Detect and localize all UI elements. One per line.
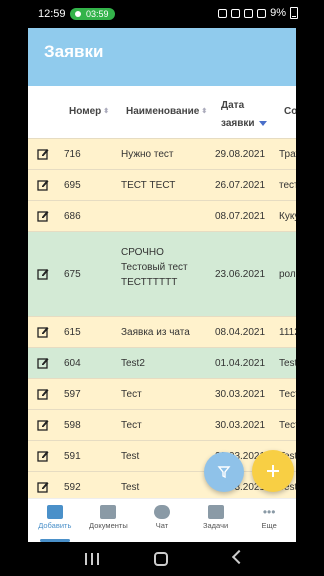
edit-icon[interactable]: [37, 326, 49, 338]
cell-number: 686: [64, 211, 81, 222]
cell-extra: Test: [279, 358, 296, 369]
cell-extra: Трат: [279, 149, 296, 160]
cell-date: 23.06.2021: [215, 269, 266, 280]
cell-extra: 1112: [279, 327, 296, 338]
cell-number: 675: [64, 269, 81, 280]
home-button[interactable]: [154, 552, 168, 566]
filter-icon: [217, 466, 231, 479]
signal-icon: [257, 8, 267, 18]
nav-add[interactable]: Добавить: [28, 499, 82, 542]
status-icons: 9%: [218, 7, 298, 19]
filter-button[interactable]: [204, 452, 244, 492]
table-row[interactable]: 686 08.07.2021 Куку: [28, 200, 296, 231]
nav-documents[interactable]: Документы: [82, 499, 136, 542]
cell-date: 30.03.2021: [215, 420, 266, 431]
nav-tasks[interactable]: Задачи: [189, 499, 243, 542]
recent-apps-button[interactable]: [85, 553, 99, 565]
edit-icon[interactable]: [37, 450, 49, 462]
notification-icon: [218, 8, 228, 18]
cell-extra: Тест: [279, 389, 296, 400]
edit-icon[interactable]: [37, 419, 49, 431]
battery-percent: 9%: [270, 7, 286, 19]
column-header-number[interactable]: Номер ⬍: [69, 106, 109, 117]
edit-icon[interactable]: [37, 357, 49, 369]
column-header-extra[interactable]: Со: [284, 106, 296, 117]
battery-icon: [290, 7, 298, 19]
cell-number: 615: [64, 327, 81, 338]
nav-more[interactable]: ••• Еще: [242, 499, 296, 542]
cell-name: Test2: [121, 358, 145, 369]
cell-name: Test: [121, 451, 140, 462]
column-header-name[interactable]: Наименование ⬍: [126, 106, 207, 117]
cell-number: 598: [64, 420, 81, 431]
table-header: Номер ⬍ Наименование ⬍ Дата заявки Со: [28, 86, 296, 138]
cell-name: Заявка из чата: [121, 327, 190, 338]
cell-number: 604: [64, 358, 81, 369]
tasks-icon: [207, 505, 224, 519]
cell-extra: рол: [279, 269, 296, 280]
sort-descending-icon: [258, 120, 267, 126]
table-row[interactable]: 598 Тест 30.03.2021 Тест: [28, 409, 296, 440]
status-time: 12:59: [38, 8, 66, 20]
system-navigation-bar: [0, 542, 324, 576]
cell-extra: Куку: [279, 211, 296, 222]
chat-icon: [153, 505, 170, 519]
sort-icon: ⬍: [201, 108, 208, 116]
table-row[interactable]: 615 Заявка из чата 08.04.2021 1112: [28, 316, 296, 347]
edit-icon[interactable]: [37, 481, 49, 493]
cell-date: 01.04.2021: [215, 358, 266, 369]
app-icon: [231, 8, 241, 18]
cell-name: Тест: [121, 420, 142, 431]
edit-icon[interactable]: [37, 179, 49, 191]
cell-name: Тест: [121, 389, 142, 400]
add-document-icon: [46, 505, 63, 519]
app-header: Заявки: [28, 28, 296, 86]
cell-number: 597: [64, 389, 81, 400]
more-icon: •••: [262, 505, 276, 519]
cell-name: Test: [121, 482, 140, 493]
call-timer-badge[interactable]: 03:59: [70, 8, 115, 20]
bottom-navigation: Добавить Документы Чат Задачи ••• Еще: [28, 498, 296, 542]
cell-date: 08.04.2021: [215, 327, 266, 338]
cell-number: 592: [64, 482, 81, 493]
cell-date: 26.07.2021: [215, 180, 266, 191]
page-title: Заявки: [44, 42, 104, 61]
status-bar: 12:59 03:59 9%: [0, 0, 324, 28]
cell-date: 29.08.2021: [215, 149, 266, 160]
sort-icon: ⬍: [103, 108, 110, 116]
table-row[interactable]: 604 Test2 01.04.2021 Test: [28, 347, 296, 378]
table-row[interactable]: 675 СРОЧНО Тестовый тест ТЕСТТТТТТ 23.06…: [28, 231, 296, 316]
plus-icon: [267, 465, 279, 477]
cell-extra: тест: [279, 180, 296, 191]
table-row[interactable]: 716 Нужно тест 29.08.2021 Трат: [28, 138, 296, 169]
back-button[interactable]: [231, 549, 247, 565]
requests-table[interactable]: Номер ⬍ Наименование ⬍ Дата заявки Со 716 …: [28, 86, 296, 498]
cell-name: ТЕСТ ТЕСТ: [121, 180, 176, 191]
cell-number: 695: [64, 180, 81, 191]
wifi-icon: [244, 8, 254, 18]
cell-extra: Тест: [279, 420, 296, 431]
edit-icon[interactable]: [37, 268, 49, 280]
column-header-date[interactable]: Дата заявки: [221, 97, 267, 133]
edit-icon[interactable]: [37, 388, 49, 400]
cell-name: Нужно тест: [121, 149, 174, 160]
cell-number: 716: [64, 149, 81, 160]
edit-icon[interactable]: [37, 210, 49, 222]
cell-date: 08.07.2021: [215, 211, 266, 222]
folder-icon: [100, 505, 117, 519]
cell-name: СРОЧНО Тестовый тест ТЕСТТТТТТ: [121, 247, 188, 288]
nav-chat[interactable]: Чат: [135, 499, 189, 542]
edit-icon[interactable]: [37, 148, 49, 160]
table-row[interactable]: 695 ТЕСТ ТЕСТ 26.07.2021 тест: [28, 169, 296, 200]
cell-number: 591: [64, 451, 81, 462]
add-button[interactable]: [252, 450, 294, 492]
table-body: 716 Нужно тест 29.08.2021 Трат 695 ТЕСТ …: [28, 138, 296, 498]
cell-date: 30.03.2021: [215, 389, 266, 400]
table-row[interactable]: 597 Тест 30.03.2021 Тест: [28, 378, 296, 409]
